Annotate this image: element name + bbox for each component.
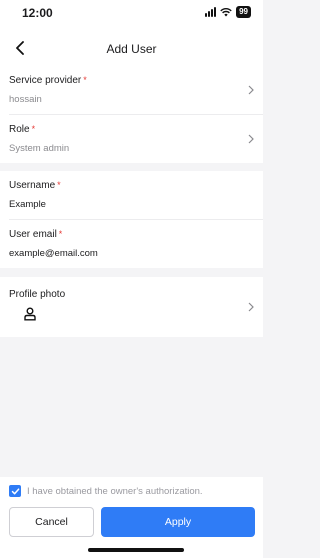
home-indicator — [88, 548, 184, 552]
cancel-button[interactable]: Cancel — [9, 507, 94, 537]
username-input[interactable]: Example — [9, 199, 46, 210]
nav-bar: Add User — [0, 30, 263, 66]
profile-photo-row[interactable]: Profile photo — [0, 277, 263, 337]
role-row[interactable]: Role * System admin — [0, 115, 263, 163]
username-field[interactable]: Username * Example — [0, 171, 263, 219]
role-value: System admin — [9, 143, 70, 154]
service-provider-value: hossain — [9, 94, 42, 105]
chevron-right-icon — [248, 134, 254, 144]
email-field[interactable]: User email * example@email.com — [0, 220, 263, 268]
role-label: Role * — [9, 124, 36, 135]
footer: I have obtained the owner's authorizatio… — [0, 477, 263, 558]
input-section: Username * Example User email * example@em… — [0, 171, 263, 268]
authorization-checkbox-row[interactable]: I have obtained the owner's authorizatio… — [9, 485, 203, 497]
authorization-label: I have obtained the owner's authorizatio… — [27, 485, 203, 497]
battery-icon: 99 — [236, 6, 251, 18]
checkmark-icon — [11, 487, 19, 494]
status-bar: 12:00 99 — [0, 0, 263, 30]
person-icon — [24, 307, 36, 321]
apply-button[interactable]: Apply — [101, 507, 255, 537]
email-label: User email * — [9, 229, 63, 240]
profile-photo-label: Profile photo — [9, 289, 66, 300]
service-provider-row[interactable]: Service provider * hossain — [0, 66, 263, 114]
chevron-right-icon — [248, 302, 254, 312]
status-icons: 99 — [205, 6, 251, 18]
authorization-checkbox[interactable] — [9, 485, 21, 497]
page-title: Add User — [106, 42, 157, 56]
email-input[interactable]: example@email.com — [9, 248, 98, 259]
status-time: 12:00 — [22, 6, 53, 20]
selection-section: Service provider * hossain Role * System a… — [0, 66, 263, 163]
wifi-icon — [220, 8, 232, 17]
username-label: Username * — [9, 180, 61, 191]
signal-icon — [205, 7, 217, 17]
service-provider-label: Service provider * — [9, 75, 87, 86]
add-user-screen: 12:00 99 Add User Service provider * hoss… — [0, 0, 263, 558]
chevron-right-icon — [248, 85, 254, 95]
